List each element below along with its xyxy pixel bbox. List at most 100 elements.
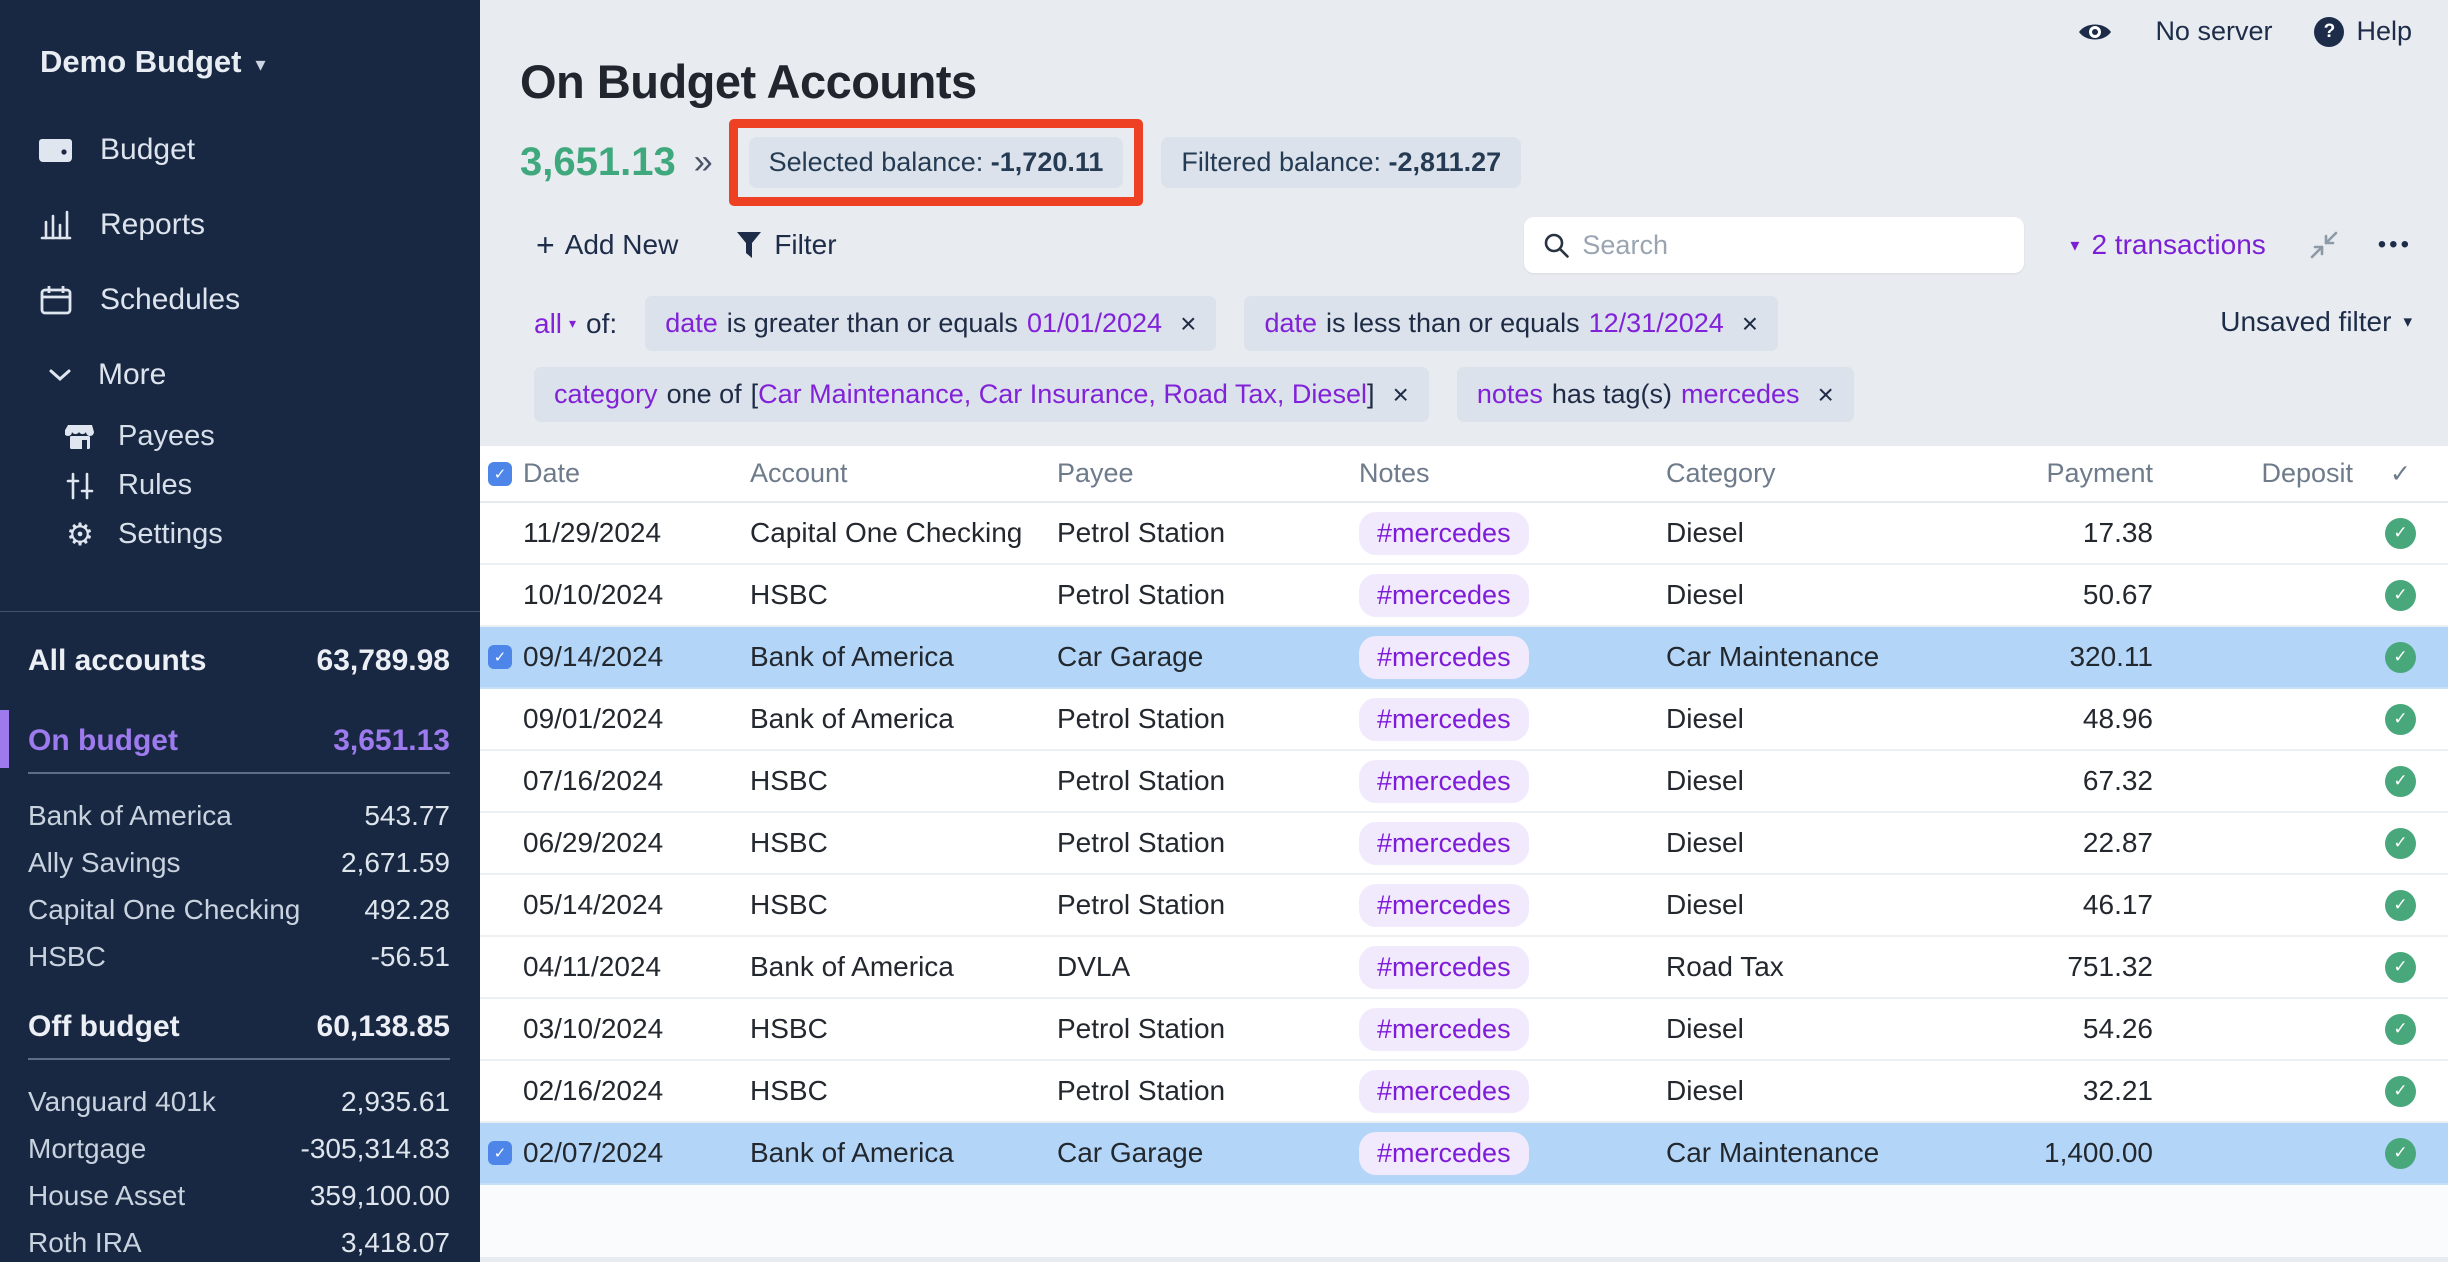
sidebar-account-row[interactable]: Vanguard 401k 2,935.61 [28,1078,450,1125]
cleared-icon[interactable]: ✓ [2385,1138,2416,1169]
cell-payee[interactable]: DVLA [1057,951,1359,983]
cleared-icon[interactable]: ✓ [2385,580,2416,611]
sidebar-account-row[interactable]: Ally Savings 2,671.59 [28,839,450,886]
cell-payment[interactable]: 320.11 [1903,641,2153,673]
cell-payee[interactable]: Car Garage [1057,641,1359,673]
more-options-icon[interactable]: ••• [2378,231,2412,259]
cell-account[interactable]: Bank of America [750,951,1057,983]
cell-date[interactable]: 07/16/2024 [523,765,750,797]
sidebar-item-all-accounts[interactable]: All accounts 63,789.98 [28,644,450,678]
filter-chip[interactable]: category one of [ Car Maintenance, Car I… [534,367,1429,422]
sidebar-item-budget[interactable]: Budget [0,112,480,187]
close-icon[interactable]: × [1392,381,1408,409]
cell-account[interactable]: HSBC [750,765,1057,797]
cell-payment[interactable]: 67.32 [1903,765,2153,797]
budget-selector[interactable]: Demo Budget ▾ [0,0,480,80]
cleared-icon[interactable]: ✓ [2385,890,2416,921]
filter-button[interactable]: Filter [736,229,836,261]
sidebar-item-schedules[interactable]: Schedules [0,262,480,337]
cell-date[interactable]: 09/01/2024 [523,703,750,735]
transaction-row[interactable]: ✓ 07/16/2024 HSBC Petrol Station #merced… [480,751,2448,813]
row-checkbox[interactable]: ✓ [488,1141,512,1165]
sidebar-item-settings[interactable]: ⚙ Settings [0,510,480,559]
cell-category[interactable]: Diesel [1666,703,1903,735]
cell-payee[interactable]: Petrol Station [1057,889,1359,921]
server-status[interactable]: No server [2155,16,2272,47]
transaction-row[interactable]: ✓ 02/07/2024 Bank of America Car Garage … [480,1123,2448,1185]
cell-account[interactable]: HSBC [750,889,1057,921]
cell-payee[interactable]: Petrol Station [1057,517,1359,549]
cell-category[interactable]: Car Maintenance [1666,1137,1903,1169]
cell-payment[interactable]: 54.26 [1903,1013,2153,1045]
cell-notes[interactable]: #mercedes [1359,698,1666,741]
cell-date[interactable]: 02/07/2024 [523,1137,750,1169]
cell-category[interactable]: Diesel [1666,1075,1903,1107]
cell-notes[interactable]: #mercedes [1359,636,1666,679]
cell-account[interactable]: HSBC [750,579,1057,611]
sidebar-item-more[interactable]: More [0,337,480,412]
cell-date[interactable]: 04/11/2024 [523,951,750,983]
cell-account[interactable]: Capital One Checking [750,517,1057,549]
cleared-icon[interactable]: ✓ [2385,1014,2416,1045]
transaction-row[interactable]: ✓ 05/14/2024 HSBC Petrol Station #merced… [480,875,2448,937]
cell-account[interactable]: Bank of America [750,703,1057,735]
sidebar-account-row[interactable]: Capital One Checking 492.28 [28,886,450,933]
search-input[interactable] [1582,230,2006,261]
collapse-transactions-icon[interactable] [2308,229,2340,261]
sidebar-account-row[interactable]: HSBC -56.51 [28,933,450,980]
transaction-row[interactable]: ✓ 10/10/2024 HSBC Petrol Station #merced… [480,565,2448,627]
sidebar-account-row[interactable]: Bank of America 543.77 [28,792,450,839]
cleared-icon[interactable]: ✓ [2385,518,2416,549]
cleared-icon[interactable]: ✓ [2385,704,2416,735]
cell-category[interactable]: Diesel [1666,579,1903,611]
cell-payee[interactable]: Petrol Station [1057,579,1359,611]
close-icon[interactable]: × [1818,381,1834,409]
cell-category[interactable]: Diesel [1666,1013,1903,1045]
cell-notes[interactable]: #mercedes [1359,1070,1666,1113]
expand-balances-icon[interactable]: » [694,143,713,182]
cell-category[interactable]: Car Maintenance [1666,641,1903,673]
sidebar-account-row[interactable]: House Asset 359,100.00 [28,1172,450,1219]
help-button[interactable]: ? Help [2314,16,2412,47]
filter-chip[interactable]: date is greater than or equals 01/01/202… [645,296,1216,351]
cell-category[interactable]: Road Tax [1666,951,1903,983]
cell-date[interactable]: 10/10/2024 [523,579,750,611]
cleared-icon[interactable]: ✓ [2385,1076,2416,1107]
close-icon[interactable]: × [1180,310,1196,338]
sidebar-item-off-budget[interactable]: Off budget 60,138.85 [28,1010,450,1060]
sidebar-item-on-budget[interactable]: On budget 3,651.13 [28,724,450,774]
cell-payee[interactable]: Petrol Station [1057,765,1359,797]
filter-match-type[interactable]: all ▾ of: [534,308,617,340]
privacy-toggle[interactable] [2077,19,2113,45]
cell-notes[interactable]: #mercedes [1359,946,1666,989]
cell-notes[interactable]: #mercedes [1359,1008,1666,1051]
cell-account[interactable]: HSBC [750,1013,1057,1045]
cell-notes[interactable]: #mercedes [1359,822,1666,865]
cell-notes[interactable]: #mercedes [1359,574,1666,617]
cell-payment[interactable]: 48.96 [1903,703,2153,735]
cell-payee[interactable]: Petrol Station [1057,1013,1359,1045]
cell-payment[interactable]: 17.38 [1903,517,2153,549]
row-checkbox[interactable]: ✓ [488,645,512,669]
cell-notes[interactable]: #mercedes [1359,512,1666,555]
cell-date[interactable]: 09/14/2024 [523,641,750,673]
cell-payee[interactable]: Petrol Station [1057,1075,1359,1107]
cell-payment[interactable]: 50.67 [1903,579,2153,611]
transaction-row[interactable]: ✓ 09/14/2024 Bank of America Car Garage … [480,627,2448,689]
cell-account[interactable]: Bank of America [750,1137,1057,1169]
sidebar-account-row[interactable]: Roth IRA 3,418.07 [28,1219,450,1262]
sidebar-item-payees[interactable]: Payees [0,412,480,461]
transaction-row[interactable]: ✓ 09/01/2024 Bank of America Petrol Stat… [480,689,2448,751]
filter-chip[interactable]: date is less than or equals 12/31/2024 × [1244,296,1778,351]
transaction-row[interactable]: ✓ 02/16/2024 HSBC Petrol Station #merced… [480,1061,2448,1123]
transactions-count-dropdown[interactable]: ▾ 2 transactions [2070,229,2265,261]
cell-date[interactable]: 06/29/2024 [523,827,750,859]
cell-category[interactable]: Diesel [1666,827,1903,859]
cell-date[interactable]: 11/29/2024 [523,517,750,549]
cell-notes[interactable]: #mercedes [1359,1132,1666,1175]
cell-payment[interactable]: 32.21 [1903,1075,2153,1107]
cell-notes[interactable]: #mercedes [1359,884,1666,927]
cell-category[interactable]: Diesel [1666,765,1903,797]
cleared-icon[interactable]: ✓ [2385,766,2416,797]
cell-payee[interactable]: Petrol Station [1057,703,1359,735]
